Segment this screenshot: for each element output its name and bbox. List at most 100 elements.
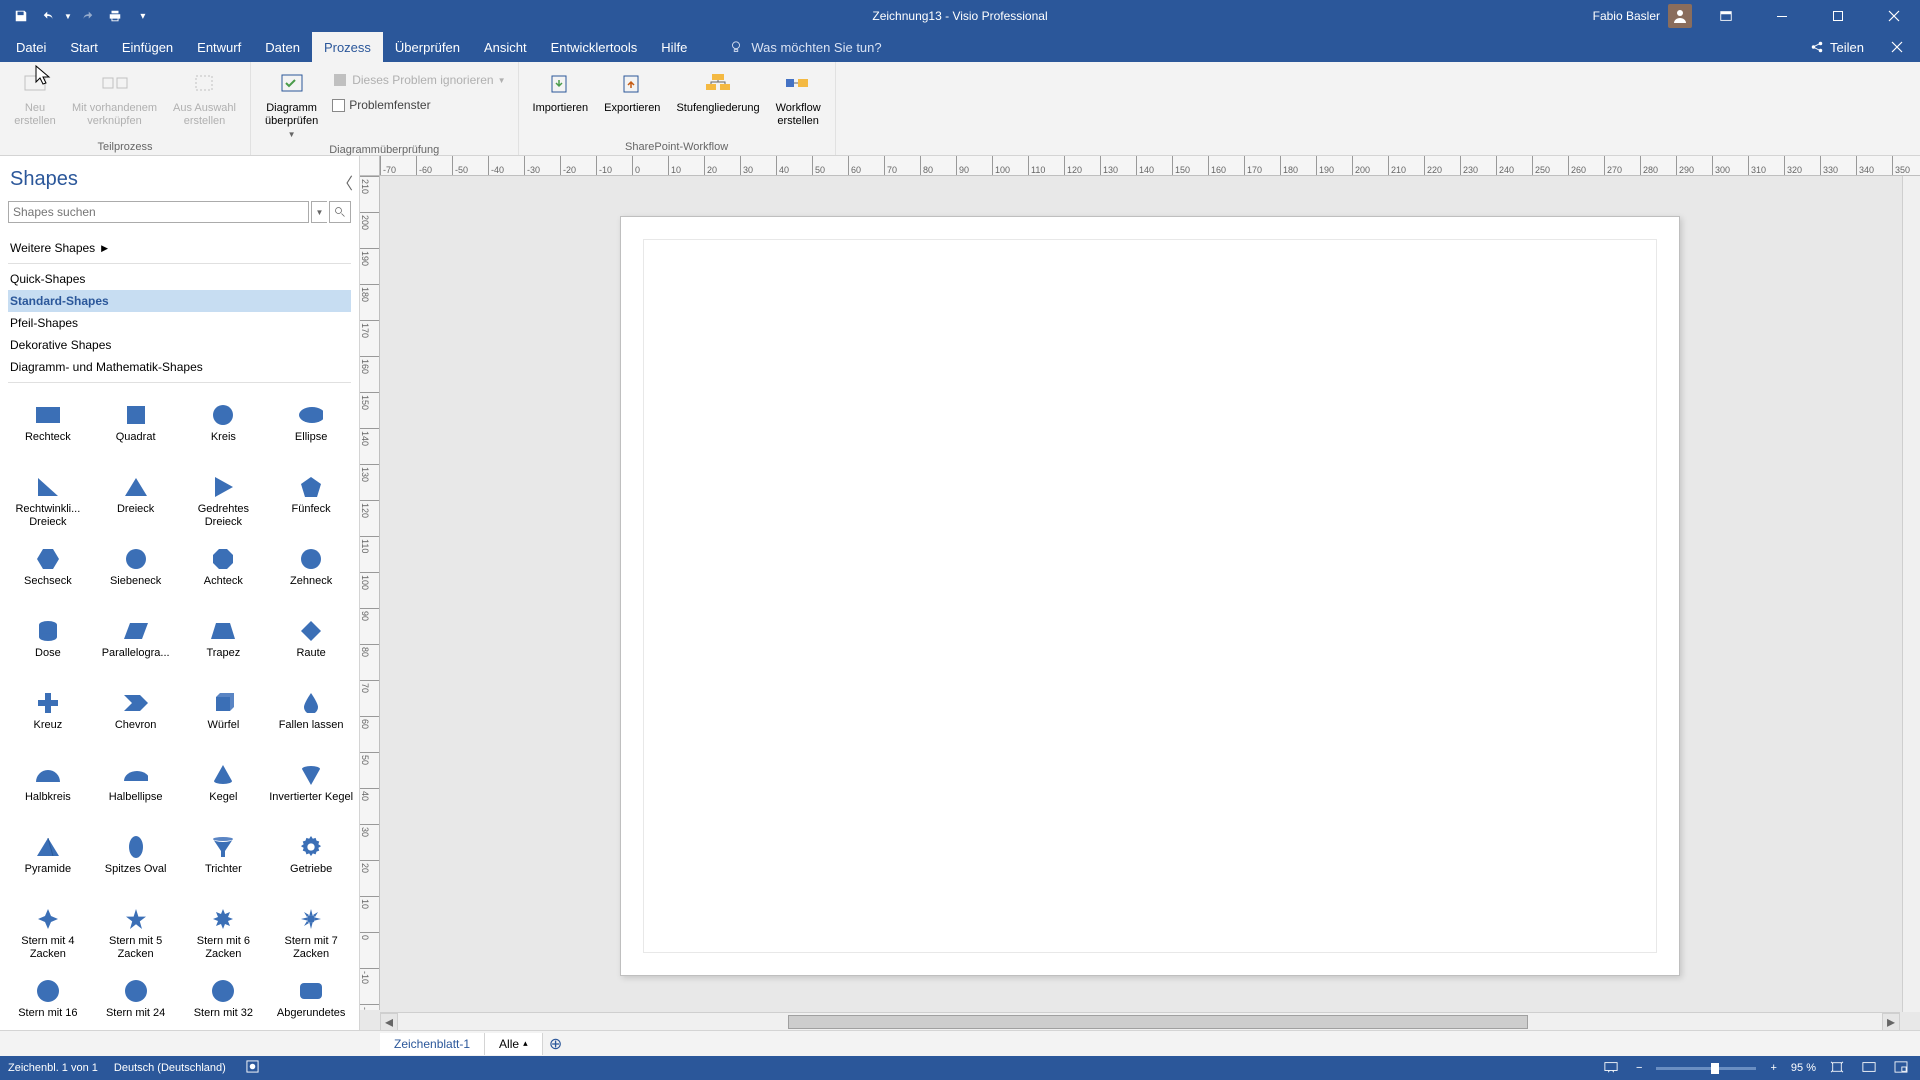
weitere-shapes-item[interactable]: Weitere Shapes ▶ bbox=[8, 237, 351, 259]
stencil-item-standard[interactable]: Standard-Shapes bbox=[8, 290, 351, 312]
horizontal-scrollbar[interactable]: ◂ ▸ bbox=[380, 1012, 1900, 1030]
shape-star24[interactable]: Stern mit 24 bbox=[92, 975, 180, 1030]
problemfenster-checkbox[interactable]: Problemfenster bbox=[328, 96, 509, 114]
stencil-item-quick[interactable]: Quick-Shapes bbox=[8, 268, 351, 290]
shape-star4[interactable]: Stern mit 4 Zacken bbox=[4, 903, 92, 973]
shape-semicircle[interactable]: Halbkreis bbox=[4, 759, 92, 829]
search-button[interactable] bbox=[329, 201, 351, 223]
sheet-tab-all[interactable]: Alle ▴ bbox=[485, 1033, 543, 1055]
shape-diamond[interactable]: Raute bbox=[267, 615, 355, 685]
shapes-search-input[interactable] bbox=[8, 201, 309, 223]
page-indicator[interactable]: Zeichenbl. 1 von 1 bbox=[8, 1062, 98, 1074]
zoom-out-button[interactable]: − bbox=[1632, 1062, 1646, 1074]
shape-rtri[interactable]: Rechtwinkli... Dreieck bbox=[4, 471, 92, 541]
shape-hept[interactable]: Siebeneck bbox=[92, 543, 180, 613]
tab-einfuegen[interactable]: Einfügen bbox=[110, 32, 185, 62]
stencil-item-diagramm[interactable]: Diagramm- und Mathematik-Shapes bbox=[8, 356, 351, 378]
collapse-shapes-button[interactable]: 〈 bbox=[337, 170, 353, 194]
zoom-handle[interactable] bbox=[1711, 1063, 1719, 1074]
shape-star6[interactable]: Stern mit 6 Zacken bbox=[180, 903, 268, 973]
minimize-button[interactable] bbox=[1760, 0, 1804, 32]
undo-dropdown-icon[interactable]: ▼ bbox=[64, 12, 72, 21]
shape-chev[interactable]: Chevron bbox=[92, 687, 180, 757]
qat-customize-icon[interactable]: ▾ bbox=[130, 3, 156, 29]
tab-entwurf[interactable]: Entwurf bbox=[185, 32, 253, 62]
stencil-item-pfeil[interactable]: Pfeil-Shapes bbox=[8, 312, 351, 334]
scroll-thumb[interactable] bbox=[788, 1015, 1528, 1029]
shape-circle[interactable]: Kreis bbox=[180, 399, 268, 469]
pan-zoom-button[interactable] bbox=[1890, 1061, 1912, 1076]
presentation-mode-button[interactable] bbox=[1600, 1061, 1622, 1076]
shape-can[interactable]: Dose bbox=[4, 615, 92, 685]
search-dropdown-button[interactable]: ▼ bbox=[311, 201, 327, 223]
ruler-tick: 340 bbox=[1856, 156, 1892, 175]
shape-star16[interactable]: Stern mit 16 bbox=[4, 975, 92, 1030]
redo-button[interactable] bbox=[74, 3, 100, 29]
tab-hilfe[interactable]: Hilfe bbox=[649, 32, 699, 62]
language-indicator[interactable]: Deutsch (Deutschland) bbox=[114, 1062, 226, 1074]
shape-cross[interactable]: Kreuz bbox=[4, 687, 92, 757]
zoom-in-button[interactable]: + bbox=[1766, 1062, 1780, 1074]
shape-pent[interactable]: Fünfeck bbox=[267, 471, 355, 541]
shape-star32[interactable]: Stern mit 32 bbox=[180, 975, 268, 1030]
divider bbox=[8, 263, 351, 264]
importieren-button[interactable]: Importieren bbox=[527, 66, 595, 117]
exportieren-button[interactable]: Exportieren bbox=[598, 66, 666, 117]
vertical-scrollbar[interactable] bbox=[1902, 176, 1920, 1012]
maximize-button[interactable] bbox=[1816, 0, 1860, 32]
shape-hex[interactable]: Sechseck bbox=[4, 543, 92, 613]
diagramm-ueberpruefen-button[interactable]: Diagramm überprüfen ▼ bbox=[259, 66, 324, 142]
ribbon-display-button[interactable] bbox=[1704, 0, 1748, 32]
shape-oct[interactable]: Achteck bbox=[180, 543, 268, 613]
stencil-item-dekorative[interactable]: Dekorative Shapes bbox=[8, 334, 351, 356]
shape-gear[interactable]: Getriebe bbox=[267, 831, 355, 901]
tab-entwicklertools[interactable]: Entwicklertools bbox=[539, 32, 650, 62]
zoom-level[interactable]: 95 % bbox=[1791, 1062, 1816, 1074]
undo-button[interactable] bbox=[36, 3, 62, 29]
shape-drop[interactable]: Fallen lassen bbox=[267, 687, 355, 757]
scroll-right-button[interactable]: ▸ bbox=[1882, 1013, 1900, 1031]
shape-para[interactable]: Parallelogra... bbox=[92, 615, 180, 685]
shape-ltri[interactable]: Gedrehtes Dreieck bbox=[180, 471, 268, 541]
shape-trap[interactable]: Trapez bbox=[180, 615, 268, 685]
drawing-page[interactable] bbox=[620, 216, 1680, 976]
shape-tri[interactable]: Dreieck bbox=[92, 471, 180, 541]
share-button[interactable]: Teilen bbox=[1800, 40, 1874, 55]
zoom-slider[interactable] bbox=[1656, 1067, 1756, 1070]
sheet-tab-1[interactable]: Zeichenblatt-1 bbox=[380, 1033, 485, 1055]
tab-prozess[interactable]: Prozess bbox=[312, 32, 383, 62]
shape-cone[interactable]: Kegel bbox=[180, 759, 268, 829]
workflow-erstellen-button[interactable]: Workflow erstellen bbox=[770, 66, 827, 130]
macro-recording-button[interactable] bbox=[242, 1060, 263, 1076]
add-sheet-button[interactable]: ⊕ bbox=[543, 1034, 569, 1054]
print-button[interactable] bbox=[102, 3, 128, 29]
fit-width-button[interactable] bbox=[1858, 1061, 1880, 1076]
close-ribbon-button[interactable] bbox=[1882, 41, 1912, 53]
stufengliederung-button[interactable]: Stufengliederung bbox=[670, 66, 765, 117]
shape-star7[interactable]: Stern mit 7 Zacken bbox=[267, 903, 355, 973]
shape-star5[interactable]: Stern mit 5 Zacken bbox=[92, 903, 180, 973]
shape-rounded[interactable]: Abgerundetes bbox=[267, 975, 355, 1030]
shape-dec[interactable]: Zehneck bbox=[267, 543, 355, 613]
shape-rect[interactable]: Rechteck bbox=[4, 399, 92, 469]
close-button[interactable] bbox=[1872, 0, 1916, 32]
shape-ellipse[interactable]: Ellipse bbox=[267, 399, 355, 469]
shape-icone[interactable]: Invertierter Kegel bbox=[267, 759, 355, 829]
shape-pyr[interactable]: Pyramide bbox=[4, 831, 92, 901]
shape-cube[interactable]: Würfel bbox=[180, 687, 268, 757]
save-button[interactable] bbox=[8, 3, 34, 29]
shape-funnel[interactable]: Trichter bbox=[180, 831, 268, 901]
tab-daten[interactable]: Daten bbox=[253, 32, 312, 62]
tab-ansicht[interactable]: Ansicht bbox=[472, 32, 539, 62]
user-account[interactable]: Fabio Basler bbox=[1593, 4, 1692, 28]
tab-start[interactable]: Start bbox=[58, 32, 109, 62]
shape-pointoval[interactable]: Spitzes Oval bbox=[92, 831, 180, 901]
tab-ueberpruefen[interactable]: Überprüfen bbox=[383, 32, 472, 62]
shape-semiellipse[interactable]: Halbellipse bbox=[92, 759, 180, 829]
tell-me-search[interactable]: Was möchten Sie tun? bbox=[729, 32, 881, 62]
shape-square[interactable]: Quadrat bbox=[92, 399, 180, 469]
drawing-canvas-area[interactable]: -70-60-50-40-30-20-100102030405060708090… bbox=[360, 156, 1920, 1030]
scroll-left-button[interactable]: ◂ bbox=[380, 1013, 398, 1031]
tab-datei[interactable]: Datei bbox=[4, 32, 58, 62]
fit-page-button[interactable] bbox=[1826, 1061, 1848, 1076]
